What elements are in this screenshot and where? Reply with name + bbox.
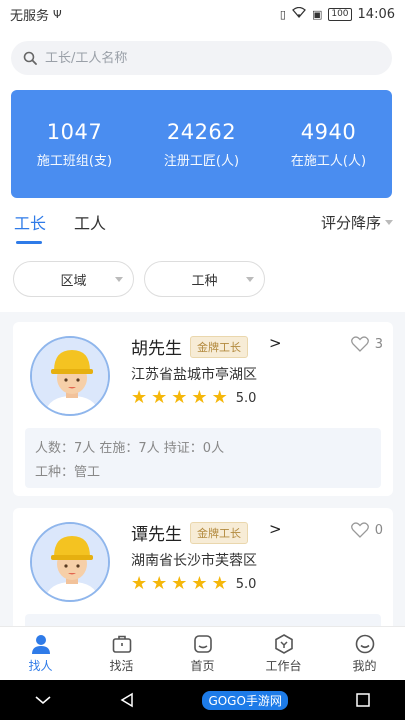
tab-home[interactable]: 首页 (162, 627, 243, 680)
tab-foreman[interactable]: 工长 (14, 210, 46, 234)
back-icon[interactable] (119, 692, 135, 708)
stat-label: 注册工匠(人) (163, 153, 240, 169)
stats-banner: 1047 施工班组(支) 24262 注册工匠(人) 4940 在施工人(人) (11, 90, 392, 198)
star-icon: ★ (211, 387, 228, 408)
trade-line: 工种：管工 (35, 464, 101, 480)
sort-dropdown[interactable]: 评分降序 (321, 212, 393, 233)
star-icon: ★ (211, 573, 228, 594)
workbench-icon (274, 634, 293, 654)
team-stats-line: 人数：7人 在施：7人 持证：0人 (35, 440, 225, 456)
like-count: 3 (374, 336, 383, 352)
star-icon: ★ (151, 573, 168, 594)
trade-filter[interactable]: 工种 (144, 261, 265, 297)
tab-find-work[interactable]: 找活 (81, 627, 162, 680)
usb-icon: Ψ (53, 7, 62, 21)
stat-working: 4940 在施工人(人) (291, 120, 366, 169)
search-icon (23, 51, 37, 65)
status-time: 14:06 (357, 6, 395, 22)
bottom-tab-bar: 找人 找活 首页 工作台 我的 (0, 626, 405, 680)
search-bar[interactable] (11, 41, 392, 75)
star-icon: ★ (191, 573, 208, 594)
chevron-down-icon[interactable] (34, 694, 52, 706)
stat-label: 施工班组(支) (36, 153, 113, 169)
stat-teams: 1047 施工班组(支) (37, 120, 112, 169)
worker-location: 湖南省长沙市芙蓉区 (131, 553, 257, 569)
carrier-text: 无服务 (10, 8, 50, 24)
star-icon: ★ (131, 573, 148, 594)
chevron-right-icon[interactable]: > (269, 334, 282, 352)
rating-stars: ★ ★ ★ ★ ★ 5.0 (131, 575, 256, 593)
person-icon (31, 635, 50, 654)
briefcase-icon (112, 635, 131, 653)
star-icon: ★ (171, 573, 188, 594)
filter-label: 工种 (191, 273, 218, 289)
like-button[interactable]: 0 (350, 522, 383, 538)
star-icon: ★ (151, 387, 168, 408)
filter-bar: 区域 工种 (0, 261, 405, 299)
search-input[interactable] (45, 50, 345, 66)
status-bar: 无服务 Ψ ▯ ▣ 100 14:06 (0, 0, 405, 28)
gold-foreman-badge: 金牌工长 (190, 336, 248, 358)
stat-value: 24262 (166, 119, 237, 144)
worker-name: 谭先生 (131, 525, 182, 545)
rating-value: 5.0 (235, 576, 257, 592)
worker-name: 胡先生 (131, 339, 182, 359)
like-count: 0 (374, 522, 383, 538)
heart-icon (350, 522, 369, 538)
heart-icon (350, 336, 369, 352)
chevron-down-icon (115, 277, 123, 282)
profile-icon (355, 634, 374, 654)
chevron-right-icon[interactable]: > (269, 520, 282, 538)
recents-icon[interactable] (355, 692, 371, 708)
stat-label: 在施工人(人) (290, 153, 367, 169)
filter-label: 区域 (60, 273, 87, 289)
foreman-list: 胡先生 金牌工长 > 3 江苏省盐城市亭湖区 ★ ★ ★ ★ ★ 5.0 人数：… (0, 312, 405, 638)
watermark-logo: GOGO手游网 (202, 690, 288, 710)
tab-label: 找活 (109, 659, 134, 673)
stat-registered: 24262 注册工匠(人) (164, 120, 239, 169)
sim-icon: ▣ (311, 7, 323, 21)
star-icon: ★ (191, 387, 208, 408)
stat-value: 4940 (300, 119, 357, 144)
star-icon: ★ (131, 387, 148, 408)
like-button[interactable]: 3 (350, 336, 383, 352)
region-filter[interactable]: 区域 (13, 261, 134, 297)
rating-value: 5.0 (235, 390, 257, 406)
chevron-down-icon (246, 277, 254, 282)
tab-worker[interactable]: 工人 (74, 210, 106, 234)
rating-stars: ★ ★ ★ ★ ★ 5.0 (131, 389, 256, 407)
tab-workbench[interactable]: 工作台 (243, 627, 324, 680)
tab-label: 首页 (190, 659, 215, 673)
tab-label: 找人 (28, 659, 53, 673)
sort-label: 评分降序 (320, 214, 381, 232)
star-icon: ★ (171, 387, 188, 408)
worker-details: 人数：7人 在施：7人 持证：0人 工种：管工 (25, 428, 381, 488)
battery-icon: 100 (328, 7, 352, 21)
list-item[interactable]: 谭先生 金牌工长 > 0 湖南省长沙市芙蓉区 ★ ★ ★ ★ ★ 5.0 人数：… (13, 508, 393, 638)
tab-label: 我的 (352, 659, 377, 673)
avatar (30, 336, 110, 416)
list-item[interactable]: 胡先生 金牌工长 > 3 江苏省盐城市亭湖区 ★ ★ ★ ★ ★ 5.0 人数：… (13, 322, 393, 496)
system-nav-bar: GOGO手游网 (0, 680, 405, 720)
chevron-down-icon (385, 220, 393, 225)
avatar (30, 522, 110, 602)
tab-mine[interactable]: 我的 (324, 627, 405, 680)
home-icon (193, 635, 212, 653)
gold-foreman-badge: 金牌工长 (190, 522, 248, 544)
tab-find-people[interactable]: 找人 (0, 627, 81, 680)
role-tabs: 工长 工人 评分降序 (0, 204, 405, 246)
stat-value: 1047 (46, 119, 103, 144)
tab-label: 工作台 (265, 659, 302, 673)
tab-active-indicator (16, 241, 42, 244)
worker-location: 江苏省盐城市亭湖区 (131, 367, 257, 383)
wifi-icon (292, 6, 306, 21)
vibrate-icon: ▯ (279, 7, 286, 21)
